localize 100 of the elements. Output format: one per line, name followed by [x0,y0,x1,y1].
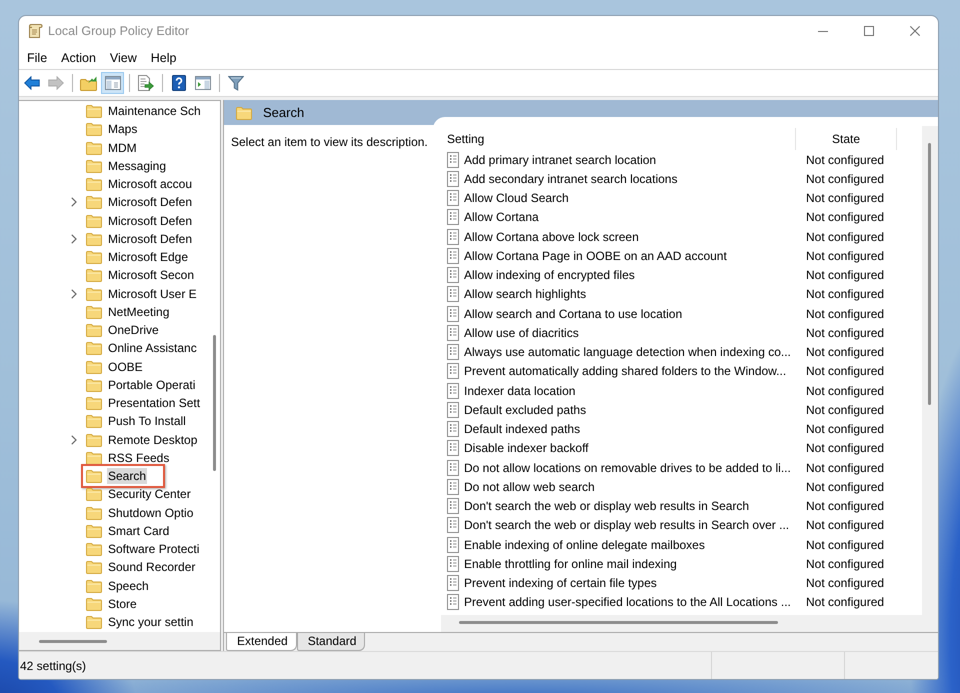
scrollbar-thumb[interactable] [459,621,778,624]
folder-icon [86,360,102,374]
setting-name[interactable]: Enable indexing of online delegate mailboxes [464,536,796,554]
policy-document-icon [446,440,460,456]
tree-item[interactable]: Software Protecti [107,541,200,558]
scrollbar-thumb[interactable] [928,143,931,405]
setting-name[interactable]: Default indexed paths [464,420,796,438]
policy-document-icon [446,152,460,168]
setting-name[interactable]: Don't search the web or display web results in Search over ... [464,516,796,534]
tree-item[interactable]: Remote Desktop [107,432,198,448]
tree-item[interactable]: Push To Install [107,413,187,430]
tree-item[interactable]: Microsoft Edge [107,249,190,266]
folder-icon [86,487,102,502]
setting-name[interactable]: Prevent adding user-specified locations to the All Locations ... [464,593,796,612]
tree-item[interactable]: Microsoft Defen [107,212,194,229]
setting-state: Not configured [805,209,884,226]
folder-arrow-icon [80,76,97,90]
setting-name[interactable]: Default excluded paths [464,400,796,419]
tree-item[interactable]: Smart Card [107,522,170,539]
tree-item[interactable]: RSS Feeds [107,450,170,466]
folder-icon [86,542,102,556]
tree-item[interactable]: MDM [107,140,138,156]
chevron-icon[interactable] [71,434,77,445]
scrollbar-thumb[interactable] [39,640,107,643]
tree-item[interactable]: Maps [107,121,138,138]
setting-state: Not configured [805,575,884,592]
tree-item[interactable]: Sync your settin [107,614,194,630]
menu-item[interactable]: Action [54,46,103,68]
tree-item[interactable]: Messaging [107,158,168,174]
setting-name[interactable]: Indexer data location [464,382,796,400]
policy-document-icon [446,536,460,553]
setting-state: Not configured [805,248,884,265]
chevron-icon[interactable] [71,234,77,244]
minimize-icon [818,30,828,32]
setting-name[interactable]: Add primary intranet search location [464,150,796,169]
setting-name[interactable]: Always use automatic language detection when indexing co... [464,343,796,362]
folder-icon [86,214,102,228]
tree-item[interactable]: Portable Operati [107,376,196,393]
setting-state: Not configured [805,440,884,458]
setting-name[interactable]: Allow Cortana [464,208,796,226]
chevron-icon[interactable] [71,197,77,208]
tree-item[interactable]: OOBE [107,358,144,375]
setting-name[interactable]: Allow use of diacritics [464,324,796,342]
column-header[interactable]: State [796,128,897,150]
menu-item[interactable]: Help [144,46,184,68]
setting-state: Not configured [805,363,884,380]
tree-item[interactable]: Shutdown Optio [107,504,194,521]
setting-name[interactable]: Prevent indexing of certain file types [464,574,796,592]
tree-item[interactable]: Microsoft Defen [107,194,194,210]
setting-name[interactable]: Allow indexing of encrypted files [464,266,796,284]
menu-item[interactable]: View [102,46,144,68]
folder-icon [86,323,102,338]
setting-name[interactable]: Don't search the web or display web results in Search [464,497,796,516]
tree-item[interactable]: Microsoft Defen [107,230,194,247]
tree-item[interactable]: OneDrive [107,322,160,338]
window-title: Local Group Policy Editor [48,22,190,40]
folder-icon [86,195,102,210]
setting-name[interactable]: Allow Cortana above lock screen [464,228,796,246]
menu-item[interactable]: File [20,46,54,68]
tree-item[interactable]: Microsoft accou [107,176,194,192]
setting-state: Not configured [805,498,884,516]
column-header[interactable]: Setting [445,128,796,150]
folder-icon [86,122,102,136]
setting-name[interactable]: Do not allow locations on removable drives to be added to li... [464,458,796,477]
setting-name[interactable]: Enable throttling for online mail indexing [464,554,796,573]
setting-state: Not configured [805,478,884,496]
tree-item[interactable]: Online Assistanc [107,340,198,356]
tree-item[interactable]: Maintenance Sch [107,103,202,120]
policy-document-icon [446,594,460,610]
setting-name[interactable]: Allow search and Cortana to use location [464,304,796,323]
view-tab[interactable]: Extended [226,633,297,651]
scrollbar-thumb[interactable] [213,335,216,471]
pane-title: Search [263,104,304,122]
tree-item[interactable]: Speech [107,578,150,594]
setting-state: Not configured [805,170,884,188]
view-tab[interactable]: Standard [296,633,366,651]
setting-name[interactable]: Allow Cortana Page in OOBE on an AAD account [464,246,796,265]
panel-icon [104,76,120,90]
tree-item[interactable]: Microsoft Secon [107,267,196,284]
setting-state: Not configured [805,556,884,573]
tree-item[interactable]: Presentation Sett [107,395,202,412]
tree-item[interactable]: Security Center [107,486,192,502]
tree-item[interactable]: Search [107,468,148,484]
policy-document-icon [446,460,460,476]
tree-item[interactable]: Store [107,596,138,612]
folder-icon [86,506,102,520]
folder-icon [86,469,102,484]
filter-icon [228,75,244,91]
setting-name[interactable]: Prevent automatically adding shared folders to the Window... [464,362,796,380]
tree-item[interactable]: Microsoft User E [107,286,198,302]
setting-name[interactable]: Do not allow web search [464,478,796,496]
setting-name[interactable]: Allow search highlights [464,285,796,304]
chevron-icon[interactable] [71,288,77,299]
tree-item[interactable]: Sound Recorder [107,559,196,576]
folder-icon [86,378,102,392]
setting-name[interactable]: Add secondary intranet search locations [464,170,796,188]
setting-name[interactable]: Disable indexer backoff [464,439,796,458]
setting-name[interactable]: Allow Cloud Search [464,189,796,208]
tree-item[interactable]: NetMeeting [107,304,170,320]
policy-document-icon [446,190,460,206]
